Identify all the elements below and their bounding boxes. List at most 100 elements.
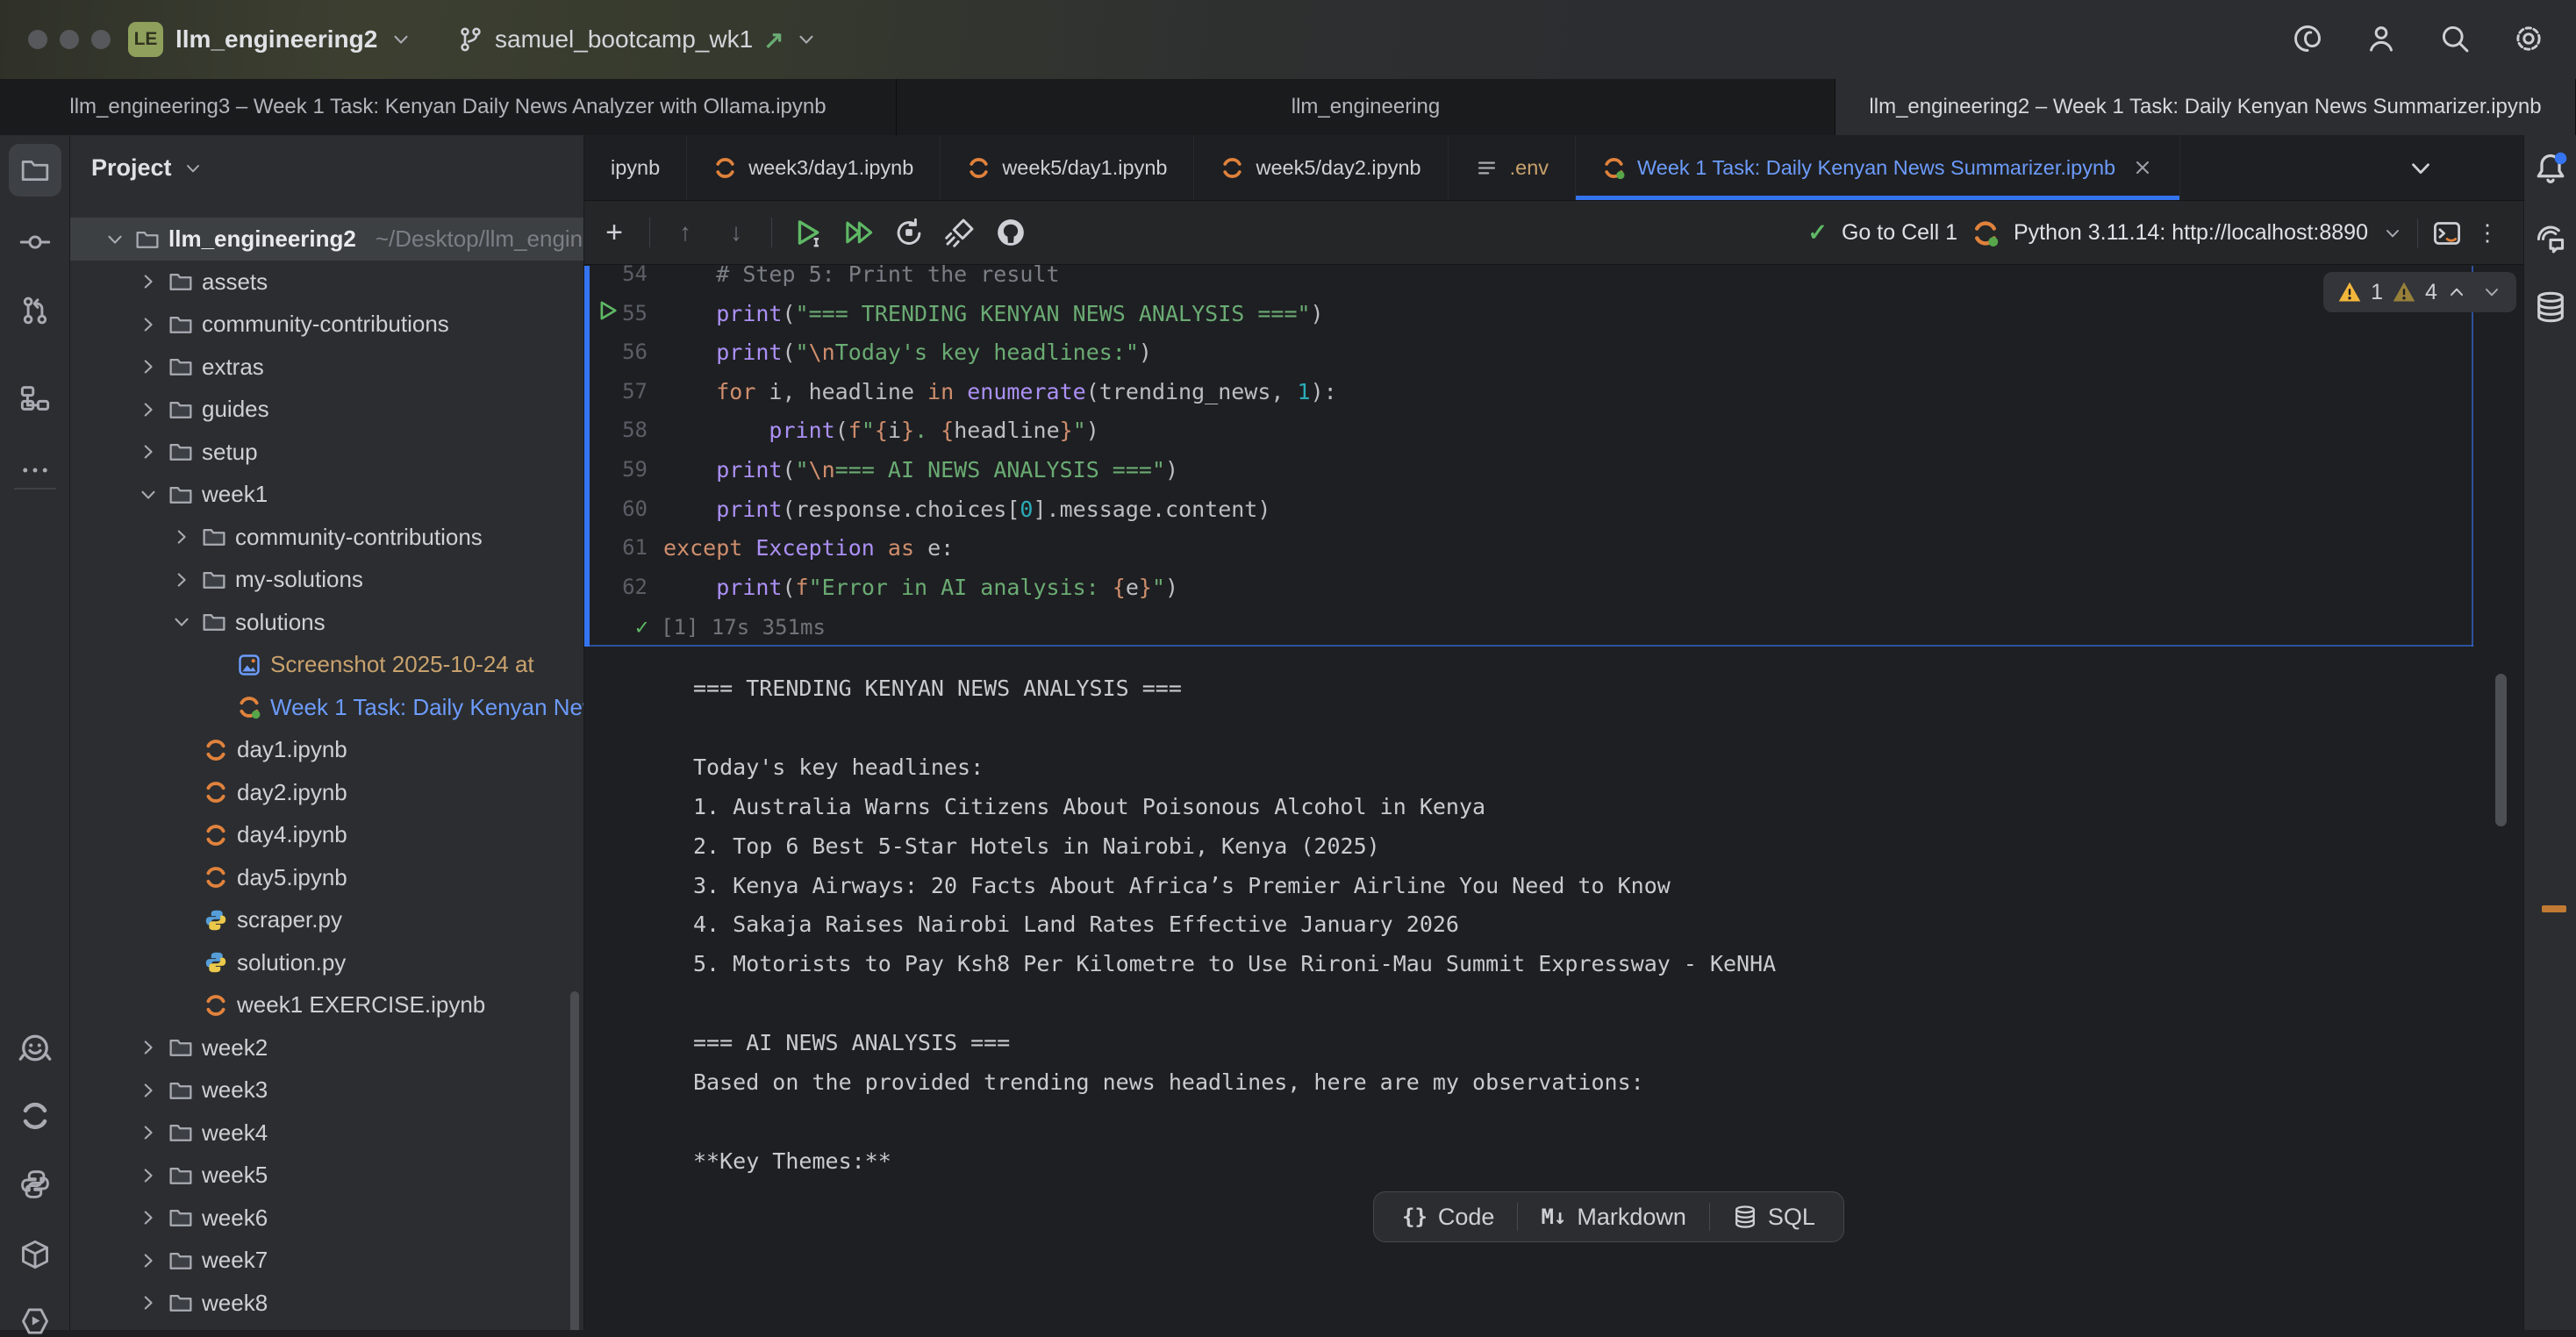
- line-number[interactable]: 56: [591, 332, 648, 372]
- tree-item[interactable]: Screenshot 2025-10-24 at: [70, 643, 584, 686]
- tree-item[interactable]: scraper.py: [70, 898, 584, 941]
- add-cell-button[interactable]: +: [598, 217, 630, 248]
- tree-item[interactable]: week7: [70, 1239, 584, 1282]
- window-zoom-button[interactable]: [91, 30, 111, 49]
- chevron-down-icon[interactable]: [137, 483, 160, 506]
- run-cell-button[interactable]: [791, 217, 823, 248]
- tree-item[interactable]: Week 1 Task: Daily Kenyan News Summarize…: [70, 686, 584, 729]
- add-markdown-cell-button[interactable]: M↓ Markdown: [1518, 1192, 1708, 1241]
- ai-assistant-icon[interactable]: [2292, 23, 2323, 54]
- tree-item[interactable]: solution.py: [70, 941, 584, 984]
- kernel-selector[interactable]: Python 3.11.14: http://localhost:8890: [2014, 220, 2368, 246]
- tree-item[interactable]: assets: [70, 261, 584, 304]
- ai-chat-icon[interactable]: [2533, 221, 2568, 256]
- chevron-right-icon[interactable]: [170, 526, 193, 548]
- code-line-54[interactable]: # Step 5: Print the result: [663, 254, 1060, 294]
- move-cell-down-button[interactable]: ↓: [720, 217, 752, 248]
- chevron-down-icon[interactable]: [104, 228, 126, 251]
- hugging-face-icon[interactable]: [18, 1032, 53, 1067]
- run-all-cells-button[interactable]: [842, 217, 874, 248]
- chevron-right-icon[interactable]: [137, 1164, 160, 1187]
- go-to-cell-button[interactable]: Go to Cell 1: [1842, 220, 1957, 246]
- line-number[interactable]: 60: [591, 490, 648, 529]
- chevron-right-icon[interactable]: [137, 313, 160, 336]
- window-close-button[interactable]: [28, 30, 47, 49]
- project-widget[interactable]: LE llm_engineering2: [128, 20, 412, 59]
- code-line-60[interactable]: print(response.choices[0].message.conten…: [663, 490, 1270, 529]
- project-folder-icon[interactable]: [9, 144, 61, 197]
- tree-item[interactable]: week3: [70, 1069, 584, 1112]
- python-packages-icon[interactable]: [19, 1239, 51, 1270]
- tree-item[interactable]: guides: [70, 388, 584, 431]
- tree-item[interactable]: week2: [70, 1026, 584, 1069]
- chevron-right-icon[interactable]: [137, 1079, 160, 1102]
- tree-item[interactable]: llm_engineering2~/Desktop/llm_engineerin…: [70, 218, 584, 261]
- code-line-57[interactable]: for i, headline in enumerate(trending_ne…: [663, 372, 1337, 411]
- chevron-right-icon[interactable]: [137, 270, 160, 293]
- tree-item[interactable]: week1: [70, 473, 584, 516]
- move-cell-up-button[interactable]: ↑: [669, 217, 701, 248]
- more-kebab-icon[interactable]: ⋮: [2476, 219, 2499, 247]
- tree-item[interactable]: day1.ipynb: [70, 728, 584, 771]
- structure-icon[interactable]: [19, 383, 51, 414]
- chevron-down-icon[interactable]: [2382, 223, 2403, 244]
- tree-item[interactable]: week1 EXERCISE.ipynb: [70, 983, 584, 1026]
- code-line-55[interactable]: print("=== TRENDING KENYAN NEWS ANALYSIS…: [663, 294, 1324, 333]
- project-tree-scrollbar[interactable]: [570, 991, 579, 1330]
- next-problem-chevron-icon[interactable]: [2481, 282, 2502, 303]
- user-icon[interactable]: [2365, 23, 2397, 54]
- tree-item[interactable]: day4.ipynb: [70, 813, 584, 856]
- line-number[interactable]: 61: [591, 528, 648, 568]
- project-panel-header[interactable]: Project: [91, 154, 204, 182]
- tree-item[interactable]: my-solutions: [70, 558, 584, 601]
- add-sql-cell-button[interactable]: SQL: [1710, 1192, 1838, 1241]
- more-icon[interactable]: [19, 454, 51, 486]
- editor-tab[interactable]: week3/day1.ipynb: [687, 135, 941, 200]
- prev-problem-chevron-icon[interactable]: [2446, 282, 2467, 303]
- executed-line-marker[interactable]: [595, 298, 619, 323]
- vcs-branch-widget[interactable]: samuel_bootcamp_wk1 ↗: [456, 20, 818, 59]
- database-icon[interactable]: [2533, 290, 2568, 325]
- tree-item[interactable]: community-contributions: [70, 516, 584, 559]
- line-number[interactable]: 54: [591, 254, 648, 294]
- services-icon[interactable]: [19, 1305, 51, 1337]
- github-icon[interactable]: [995, 217, 1027, 248]
- code-line-62[interactable]: print(f"Error in AI analysis: {e}"): [663, 568, 1178, 607]
- code-line-58[interactable]: print(f"{i}. {headline}"): [663, 411, 1099, 450]
- notifications-bell-icon[interactable]: [2533, 151, 2568, 186]
- commit-icon[interactable]: [19, 226, 51, 258]
- tree-item[interactable]: day5.ipynb: [70, 856, 584, 899]
- code-line-61[interactable]: except Exception as e:: [663, 528, 954, 568]
- add-code-cell-button[interactable]: {} Code: [1379, 1192, 1517, 1241]
- window-minimize-button[interactable]: [60, 30, 79, 49]
- tree-item[interactable]: setup: [70, 431, 584, 474]
- tree-item[interactable]: day2.ipynb: [70, 771, 584, 814]
- search-icon[interactable]: [2439, 23, 2471, 54]
- chevron-right-icon[interactable]: [137, 398, 160, 421]
- editor-tab[interactable]: week5/day2.ipynb: [1194, 135, 1448, 200]
- editor-tab[interactable]: week5/day1.ipynb: [941, 135, 1194, 200]
- tree-item[interactable]: week5: [70, 1154, 584, 1197]
- console-icon[interactable]: [2432, 218, 2462, 248]
- editor-tab[interactable]: Week 1 Task: Daily Kenyan News Summarize…: [1576, 135, 2180, 200]
- line-number[interactable]: 59: [591, 450, 648, 490]
- jupyter-icon[interactable]: [19, 1100, 51, 1132]
- tree-item[interactable]: solutions: [70, 601, 584, 644]
- chevron-right-icon[interactable]: [137, 1291, 160, 1314]
- settings-gear-icon[interactable]: [2513, 23, 2544, 54]
- line-number[interactable]: 58: [591, 411, 648, 450]
- tree-item[interactable]: .env: [70, 1324, 584, 1330]
- chevron-right-icon[interactable]: [137, 1206, 160, 1229]
- code-line-56[interactable]: print("\nToday's key headlines:"): [663, 332, 1152, 372]
- pull-requests-icon[interactable]: [19, 295, 51, 326]
- tree-item[interactable]: week6: [70, 1197, 584, 1240]
- editor-tab[interactable]: .env: [1449, 135, 1576, 200]
- tree-item[interactable]: community-contributions: [70, 303, 584, 346]
- code-line-59[interactable]: print("\n=== AI NEWS ANALYSIS ==="): [663, 450, 1178, 490]
- tree-item[interactable]: week8: [70, 1282, 584, 1325]
- output-scrollbar[interactable]: [2495, 674, 2507, 826]
- line-number[interactable]: 62: [591, 568, 648, 607]
- restart-kernel-button[interactable]: [893, 217, 925, 248]
- window-tab[interactable]: llm_engineering2 – Week 1 Task: Daily Ke…: [1835, 79, 2576, 135]
- chevron-right-icon[interactable]: [137, 355, 160, 378]
